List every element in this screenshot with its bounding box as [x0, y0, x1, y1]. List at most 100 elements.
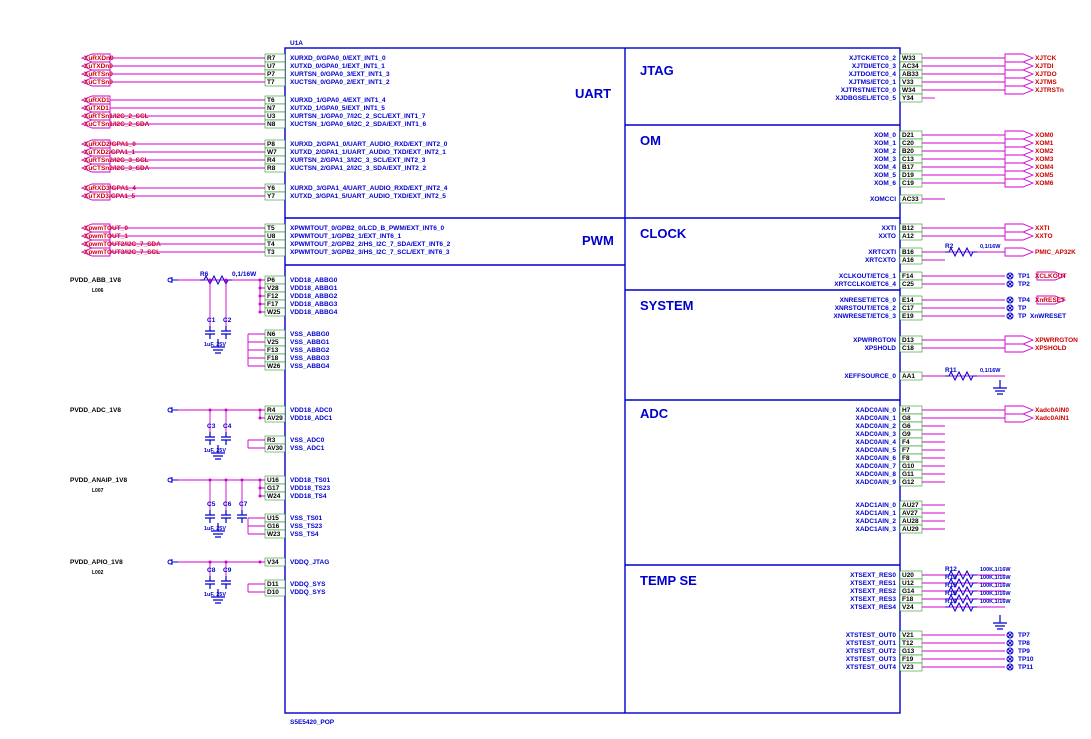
svg-text:100K,1/16W: 100K,1/16W: [980, 599, 1011, 605]
footprint: S5E5420_POP: [290, 719, 335, 726]
svg-text:AV30: AV30: [267, 445, 283, 452]
pinfunc: XURTSN_0/GPA0_3/EXT_INT1_3: [290, 71, 390, 78]
svg-text:H7: H7: [902, 407, 911, 414]
svg-text:XnWRESET: XnWRESET: [1030, 313, 1066, 320]
svg-text:F18: F18: [902, 596, 914, 603]
svg-text:G13: G13: [902, 648, 915, 655]
svg-text:AC33: AC33: [902, 196, 919, 203]
svg-text:Xadc0AIN1: Xadc0AIN1: [1035, 415, 1069, 422]
net-XuTXD2/GPA1_1: XuTXD2/GPA1_1: [84, 149, 136, 156]
svg-text:C25: C25: [902, 281, 914, 288]
sig-XTSEXT_RES3: XTSEXT_RES3: [850, 596, 896, 603]
sig-XTSTEST_OUT4: XTSTEST_OUT4: [846, 664, 897, 671]
svg-text:W26: W26: [267, 363, 281, 370]
pinfunc: XUCTSN_0/GPA0_2/EXT_INT1_2: [290, 79, 390, 86]
svg-text:U15: U15: [267, 515, 279, 522]
sig-XOM_6: XOM_6: [874, 180, 896, 187]
svg-text:F8: F8: [902, 455, 910, 462]
svg-text:TP8: TP8: [1018, 640, 1030, 647]
svg-text:VSS_ABBG4: VSS_ABBG4: [290, 363, 330, 370]
svg-text:C19: C19: [902, 180, 914, 187]
svg-text:XOM1: XOM1: [1035, 140, 1054, 147]
svg-text:W34: W34: [902, 87, 916, 94]
blk-jtag: JTAG: [640, 63, 674, 78]
blk-uart: UART: [575, 86, 611, 101]
svg-text:XXTO: XXTO: [1035, 233, 1053, 240]
svg-text:V24: V24: [902, 604, 914, 611]
svg-text:XPSHOLD: XPSHOLD: [1035, 345, 1067, 352]
sig-XOMCCI: XOMCCI: [870, 196, 896, 203]
sig-XOM_3: XOM_3: [874, 156, 896, 163]
svg-text:V23: V23: [902, 664, 914, 671]
svg-text:G17: G17: [267, 485, 280, 492]
svg-text:T3: T3: [267, 249, 275, 256]
sig-XJDBGSEL/ETC0_5: XJDBGSEL/ETC0_5: [835, 95, 896, 102]
pin: T7: [267, 79, 275, 86]
svg-text:E19: E19: [902, 313, 914, 320]
svg-text:XPWRRGTON: XPWRRGTON: [1035, 337, 1078, 344]
svg-text:V21: V21: [902, 632, 914, 639]
svg-text:F14: F14: [902, 273, 914, 280]
svg-text:W33: W33: [902, 55, 916, 62]
svg-text:XXTI: XXTI: [1035, 225, 1050, 232]
blk-pwm: PWM: [582, 233, 614, 248]
pin: Y7: [267, 193, 275, 200]
svg-text:TP: TP: [1018, 313, 1027, 320]
net-XuRXD1: XuRXD1: [84, 97, 110, 104]
svg-text:B20: B20: [902, 148, 914, 155]
svg-text:VDD18_ABBG3: VDD18_ABBG3: [290, 301, 338, 308]
sig-XADC1AIN_1: XADC1AIN_1: [856, 510, 897, 517]
svg-text:A16: A16: [902, 257, 914, 264]
net-XuRXDn0: XuRXDn0: [84, 55, 114, 62]
svg-text:D11: D11: [267, 581, 279, 588]
svg-text:AV29: AV29: [267, 415, 283, 422]
sig-XADC0AIN_9: XADC0AIN_9: [856, 479, 897, 486]
svg-text:L007: L007: [92, 488, 104, 494]
sig-XTSTEST_OUT1: XTSTEST_OUT1: [846, 640, 897, 647]
svg-text:F19: F19: [902, 656, 914, 663]
svg-text:C9: C9: [223, 567, 232, 574]
sig-XTSTEST_OUT2: XTSTEST_OUT2: [846, 648, 897, 655]
svg-text:0,1/16W: 0,1/16W: [232, 271, 257, 278]
sig-XADC0AIN_8: XADC0AIN_8: [856, 471, 897, 478]
svg-text:U12: U12: [902, 580, 914, 587]
svg-text:N6: N6: [267, 331, 276, 338]
svg-text:VDD18_ABBG2: VDD18_ABBG2: [290, 293, 338, 300]
blk-system: SYSTEM: [640, 298, 693, 313]
svg-text:AB33: AB33: [902, 71, 919, 78]
pin: Y6: [267, 185, 275, 192]
svg-text:XOM4: XOM4: [1035, 164, 1054, 171]
svg-text:R18: R18: [945, 590, 957, 597]
pin: U3: [267, 113, 276, 120]
pin: W7: [267, 149, 277, 156]
svg-text:R3: R3: [267, 437, 276, 444]
sig-XNRESET/ETC6_0: XNRESET/ETC6_0: [840, 297, 897, 304]
net-XuRTSn0: XuRTSn0: [84, 71, 113, 78]
svg-text:Xadc0AIN0: Xadc0AIN0: [1035, 407, 1069, 414]
sig-XNWRESET/ETC6_3: XNWRESET/ETC6_3: [834, 313, 897, 320]
svg-text:XOM0: XOM0: [1035, 132, 1054, 139]
svg-text:F4: F4: [902, 439, 910, 446]
sig-XPWRRGTON: XPWRRGTON: [853, 337, 896, 344]
svg-text:R4: R4: [267, 407, 276, 414]
sig-XRTCXTO: XRTCXTO: [865, 257, 896, 264]
pinfunc: XURTSN_2/GPA1_3/I2C_3_SCL/EXT_INT2_3: [290, 157, 426, 164]
svg-text:XOM2: XOM2: [1035, 148, 1054, 155]
svg-text:VDD18_ABBG0: VDD18_ABBG0: [290, 277, 338, 284]
sig-XADC0AIN_1: XADC0AIN_1: [856, 415, 897, 422]
svg-text:T4: T4: [267, 241, 275, 248]
svg-text:VDD18_TS4: VDD18_TS4: [290, 493, 327, 500]
pinfunc: XUCTSN_1/GPA0_6/I2C_2_SDA/EXT_INT1_6: [290, 121, 426, 128]
blk-clock: CLOCK: [640, 226, 687, 241]
svg-text:C1: C1: [207, 317, 216, 324]
pinfunc: XURXD_1/GPA0_4/EXT_INT1_4: [290, 97, 386, 104]
svg-text:VDD18_ABBG1: VDD18_ABBG1: [290, 285, 338, 292]
svg-text:VDDQ_SYS: VDDQ_SYS: [290, 581, 326, 588]
svg-text:D13: D13: [902, 337, 914, 344]
svg-text:C7: C7: [239, 501, 248, 508]
svg-text:VSS_ABBG2: VSS_ABBG2: [290, 347, 330, 354]
svg-text:F17: F17: [267, 301, 279, 308]
svg-text:TP2: TP2: [1018, 281, 1030, 288]
svg-text:C2: C2: [223, 317, 232, 324]
pinfunc: XPWMTOUT_0/GPB2_0/LCD_B_PWM/EXT_INT6_0: [290, 225, 444, 232]
